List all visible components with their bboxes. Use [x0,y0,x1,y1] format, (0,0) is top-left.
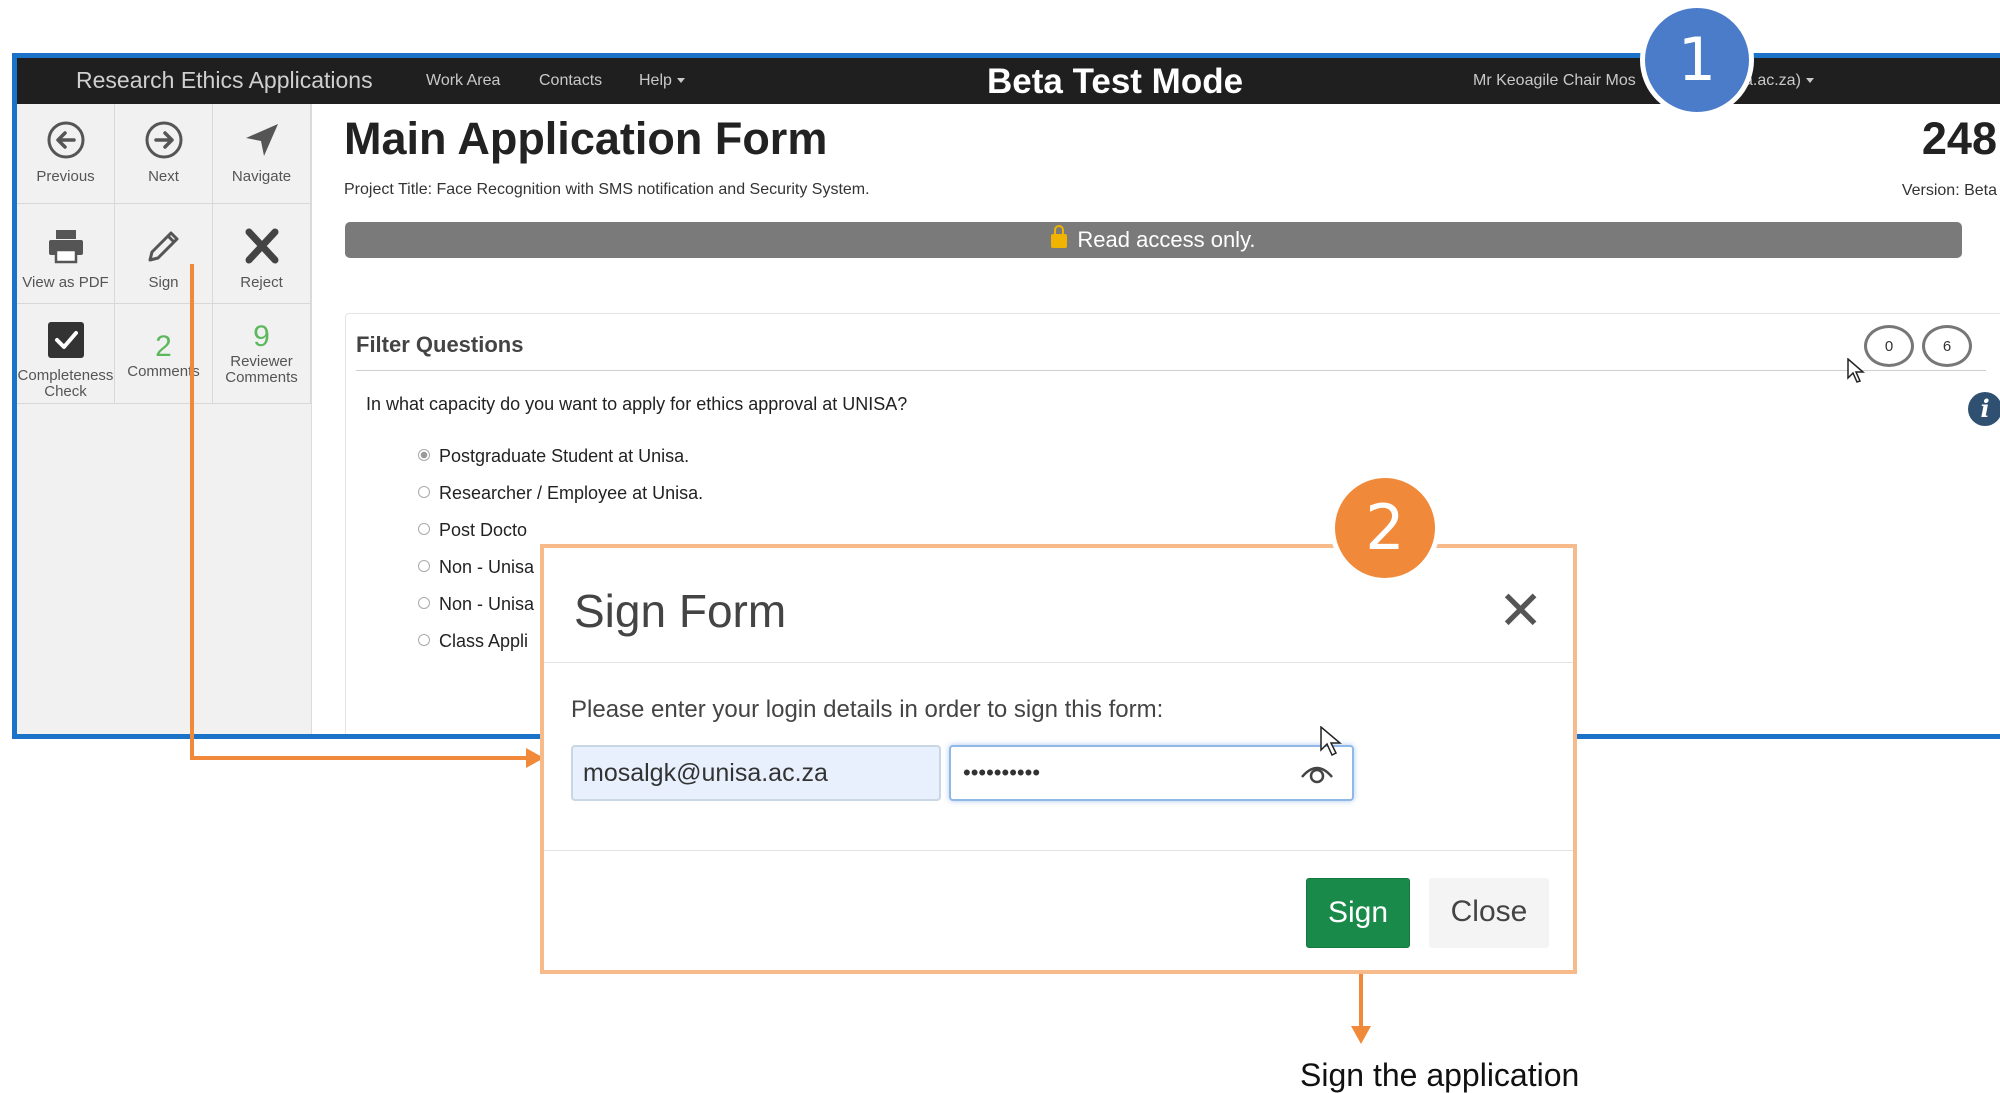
eye-icon[interactable] [1300,761,1334,785]
step-badge-1: 1 [1640,3,1754,117]
username-field[interactable]: mosalgk@unisa.ac.za [571,745,941,801]
sign-form-modal: Sign Form ✕ Please enter your login deta… [540,544,1577,974]
step-badge-2: 2 [1330,473,1440,583]
divider [544,662,1573,663]
close-icon[interactable]: ✕ [1498,584,1543,638]
modal-prompt: Please enter your login details in order… [571,696,1164,723]
modal-title: Sign Form [574,585,787,637]
annotation-caption: Sign the application [1300,1057,1580,1093]
mouse-cursor-icon [1320,726,1342,757]
password-value: •••••••••• [963,760,1041,785]
close-button[interactable]: Close [1429,878,1549,948]
arrow-sign-to-modal [190,264,530,760]
sign-button[interactable]: Sign [1306,878,1410,948]
password-field[interactable]: •••••••••• [949,745,1354,801]
arrowhead-down [1351,1026,1371,1044]
divider [544,850,1573,851]
